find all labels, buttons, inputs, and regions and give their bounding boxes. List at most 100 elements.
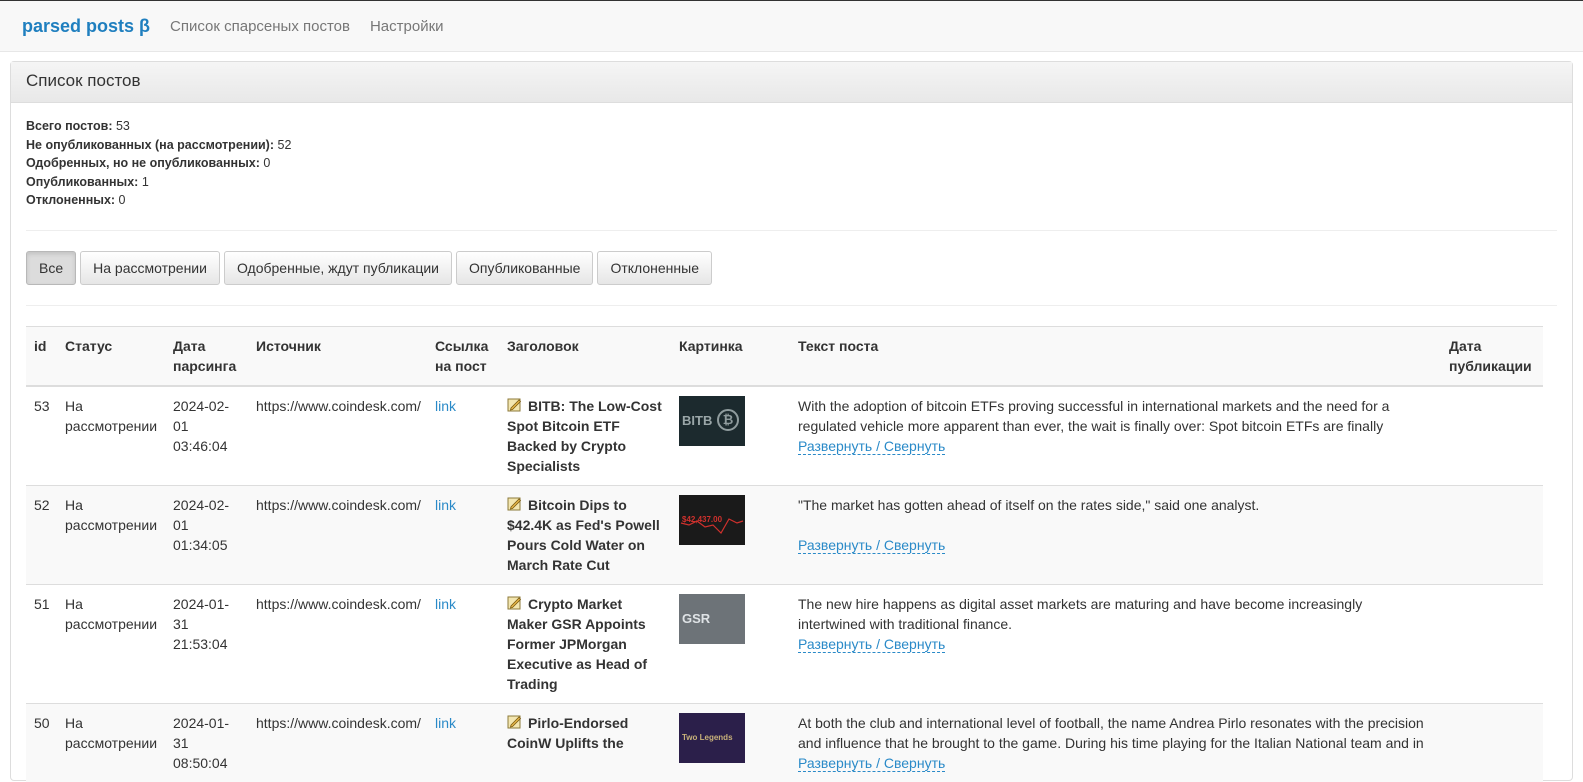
stat-total: Всего постов: 53 [26, 119, 130, 133]
brand-link[interactable]: parsed posts β [22, 16, 150, 37]
cell-source: https://www.coindesk.com/ [248, 583, 427, 703]
cell-post-text: With the adoption of bitcoin ETFs provin… [790, 385, 1441, 485]
top-navbar: parsed posts β Список спарсеных постов Н… [0, 1, 1583, 52]
cell-publish-date [1441, 702, 1543, 782]
cell-id: 50 [26, 702, 57, 782]
cell-post-link: link [427, 385, 499, 485]
cell-source: https://www.coindesk.com/ [248, 385, 427, 485]
expand-collapse-toggle[interactable]: Развернуть / Свернуть [798, 755, 946, 772]
panel-title: Список постов [11, 62, 1572, 103]
col-header-title: Заголовок [499, 325, 671, 387]
cell-status: На рассмотрении [57, 484, 165, 584]
cell-image: BITB ₿ [671, 385, 790, 485]
post-link[interactable]: link [435, 497, 456, 513]
cell-image: GSR [671, 583, 790, 703]
col-header-id: id [26, 325, 57, 387]
post-text: The new hire happens as digital asset ma… [798, 594, 1433, 634]
filter-all-button[interactable]: Все [26, 250, 77, 285]
cell-publish-date [1441, 385, 1543, 485]
edit-icon[interactable] [507, 496, 522, 511]
post-text-paragraph: "The market has gotten ahead of itself o… [798, 496, 1260, 513]
cell-status: На рассмотрении [57, 583, 165, 703]
cell-source: https://www.coindesk.com/ [248, 702, 427, 782]
post-link[interactable]: link [435, 398, 456, 414]
divider [26, 229, 1557, 231]
post-text-paragraph: The new hire happens as digital asset ma… [798, 595, 1363, 632]
bitcoin-coin-icon: ₿ [717, 408, 739, 431]
post-title: Pirlo-Endorsed CoinW Uplifts the [507, 714, 629, 751]
cell-parse-date: 2024-01-31 08:50:04 [165, 702, 248, 782]
cell-post-link: link [427, 702, 499, 782]
post-text-paragraph: With the adoption of bitcoin ETFs provin… [798, 397, 1390, 434]
edit-icon[interactable] [507, 595, 522, 610]
post-text: With the adoption of bitcoin ETFs provin… [798, 396, 1433, 436]
cell-post-text: "The market has gotten ahead of itself o… [790, 484, 1441, 584]
post-thumbnail[interactable]: Two Legends [679, 712, 745, 763]
expand-collapse-toggle[interactable]: Развернуть / Свернуть [798, 636, 946, 653]
cell-parse-date: 2024-01-31 21:53:04 [165, 583, 248, 703]
col-header-status: Статус [57, 325, 165, 387]
cell-post-link: link [427, 583, 499, 703]
post-thumbnail[interactable]: BITB ₿ [679, 395, 745, 446]
stats-block: Всего постов: 53 Не опубликованных (на р… [26, 117, 1557, 210]
col-header-parse-date: Дата парсинга [165, 325, 248, 387]
filter-approved-button[interactable]: Одобренные, ждут публикации [223, 250, 453, 285]
edit-icon[interactable] [507, 397, 522, 412]
cell-id: 51 [26, 583, 57, 703]
cell-id: 52 [26, 484, 57, 584]
col-header-post-text: Текст поста [790, 325, 1441, 387]
cell-image: $42,437.00 [671, 484, 790, 584]
expand-collapse-toggle[interactable]: Развернуть / Свернуть [798, 438, 946, 455]
post-text: "The market has gotten ahead of itself o… [798, 495, 1433, 535]
cell-source: https://www.coindesk.com/ [248, 484, 427, 584]
post-text: At both the club and international level… [798, 713, 1433, 753]
table-header-row: id Статус Дата парсинга Источник Ссылка … [26, 325, 1543, 387]
nav-link-posts-list[interactable]: Список спарсеных постов [170, 18, 350, 35]
price-chart-graphic [680, 517, 744, 534]
thumbnail-label: Two Legends [682, 732, 733, 742]
table-row: 51 На рассмотрении 2024-01-31 21:53:04 h… [26, 583, 1543, 703]
cell-publish-date [1441, 484, 1543, 584]
col-header-source: Источник [248, 325, 427, 387]
cell-title: BITB: The Low-Cost Spot Bitcoin ETF Back… [499, 385, 671, 485]
cell-title: Crypto Market Maker GSR Appoints Former … [499, 583, 671, 703]
edit-icon[interactable] [507, 714, 522, 729]
stat-rejected: Отклоненных: 0 [26, 193, 126, 207]
stat-published: Опубликованных: 1 [26, 174, 149, 189]
thumbnail-label: BITB [682, 412, 713, 428]
posts-table: id Статус Дата парсинга Источник Ссылка … [26, 325, 1543, 782]
posts-panel: Список постов Всего постов: 53 Не опубли… [10, 61, 1573, 782]
col-header-post-link: Ссылка на пост [427, 325, 499, 387]
post-thumbnail[interactable]: $42,437.00 [679, 494, 745, 545]
post-text-paragraph: At both the club and international level… [798, 714, 1424, 751]
post-link[interactable]: link [435, 715, 456, 731]
post-title: BITB: The Low-Cost Spot Bitcoin ETF Back… [507, 397, 662, 474]
filter-pending-button[interactable]: На рассмотрении [80, 250, 220, 285]
post-thumbnail[interactable]: GSR [679, 593, 745, 644]
col-header-image: Картинка [671, 325, 790, 387]
col-header-publish-date: Дата публикации [1441, 325, 1543, 387]
cell-status: На рассмотрении [57, 385, 165, 485]
thumbnail-label: GSR [682, 610, 711, 626]
cell-status: На рассмотрении [57, 702, 165, 782]
post-link[interactable]: link [435, 596, 456, 612]
table-row: 53 На рассмотрении 2024-02-01 03:46:04 h… [26, 385, 1543, 485]
table-row: 50 На рассмотрении 2024-01-31 08:50:04 h… [26, 702, 1543, 782]
expand-collapse-toggle[interactable]: Развернуть / Свернуть [798, 537, 946, 554]
cell-title: Pirlo-Endorsed CoinW Uplifts the [499, 702, 671, 782]
cell-image: Two Legends [671, 702, 790, 782]
divider [26, 304, 1557, 306]
post-title: Crypto Market Maker GSR Appoints Former … [507, 595, 648, 692]
stat-pending: Не опубликованных (на рассмотрении): 52 [26, 137, 292, 152]
cell-post-link: link [427, 484, 499, 584]
filter-published-button[interactable]: Опубликованные [456, 250, 594, 285]
filter-rejected-button[interactable]: Отклоненные [597, 250, 712, 285]
cell-title: Bitcoin Dips to $42.4K as Fed's Powell P… [499, 484, 671, 584]
nav-link-settings[interactable]: Настройки [370, 18, 444, 35]
cell-id: 53 [26, 385, 57, 485]
filter-buttons: Все На рассмотрении Одобренные, ждут пуб… [26, 250, 1557, 285]
post-title: Bitcoin Dips to $42.4K as Fed's Powell P… [507, 496, 660, 573]
cell-post-text: The new hire happens as digital asset ma… [790, 583, 1441, 703]
cell-parse-date: 2024-02-01 01:34:05 [165, 484, 248, 584]
cell-post-text: At both the club and international level… [790, 702, 1441, 782]
